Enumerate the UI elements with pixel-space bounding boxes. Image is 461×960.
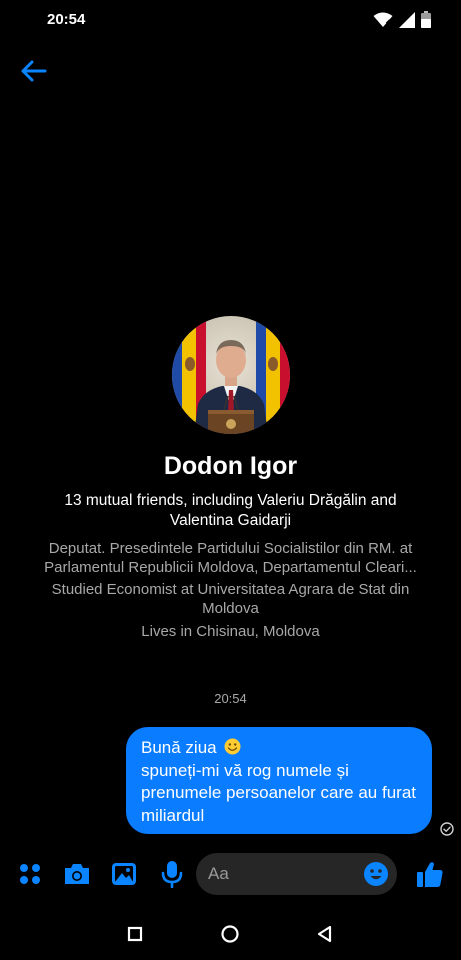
camera-button[interactable]	[61, 858, 93, 890]
back-triangle-icon	[317, 925, 332, 943]
voice-button[interactable]	[156, 858, 188, 890]
system-navigation-bar	[0, 905, 461, 960]
message-input[interactable]	[208, 853, 358, 895]
camera-icon	[65, 864, 89, 884]
status-time: 20:54	[47, 11, 86, 28]
battery-icon	[421, 11, 431, 33]
profile-bio: Deputat. Presedintele Partidului Sociali…	[22, 539, 439, 641]
message-input-container	[196, 853, 397, 895]
message-bubble[interactable]: Bună ziua spuneți-mi vă rog numele și pr…	[126, 727, 432, 834]
back-button[interactable]	[16, 56, 50, 86]
mutual-friends-text: 13 mutual friends, including Valeriu Dră…	[64, 492, 397, 529]
status-icons	[373, 11, 431, 33]
profile-avatar[interactable]	[172, 316, 290, 434]
arrow-left-icon	[21, 60, 47, 82]
work-line-1: Deputat. Presedintele Partidului Sociali…	[48, 540, 413, 557]
recents-square-icon	[127, 926, 143, 942]
work-line-2: Parlamentul Republicii Moldova, Departam…	[44, 559, 417, 576]
recents-button[interactable]	[120, 919, 150, 949]
thumbs-up-icon	[417, 862, 443, 887]
microphone-icon	[161, 861, 183, 888]
wifi-icon	[373, 12, 393, 33]
apps-dots-icon	[20, 864, 40, 884]
apps-button[interactable]	[14, 858, 46, 890]
profile-name: Dodon Igor	[163, 452, 298, 480]
education-text: Studied Economist at Universitatea Agrar…	[51, 581, 410, 617]
message-timestamp: 20:54	[214, 691, 247, 706]
gallery-button[interactable]	[108, 858, 140, 890]
emoji-icon	[364, 862, 388, 886]
home-circle-icon	[221, 925, 239, 943]
message-line-2: spuneți-mi vă rog numele și prenumele pe…	[141, 760, 416, 825]
location-text: Lives in Chisinau, Moldova	[141, 623, 320, 640]
message-line-1: Bună ziua	[141, 738, 217, 757]
message-greeting-row: Bună ziua	[141, 737, 418, 760]
like-button[interactable]	[413, 857, 447, 891]
emoji-button[interactable]	[362, 860, 390, 888]
gallery-icon	[112, 863, 136, 885]
sent-check-icon	[440, 822, 454, 836]
smiley-emoji-icon	[224, 738, 241, 755]
status-bar: 20:54	[0, 0, 461, 40]
home-button[interactable]	[215, 919, 245, 949]
message-composer	[0, 848, 461, 902]
nav-back-button[interactable]	[310, 919, 340, 949]
cell-signal-icon	[399, 11, 415, 33]
